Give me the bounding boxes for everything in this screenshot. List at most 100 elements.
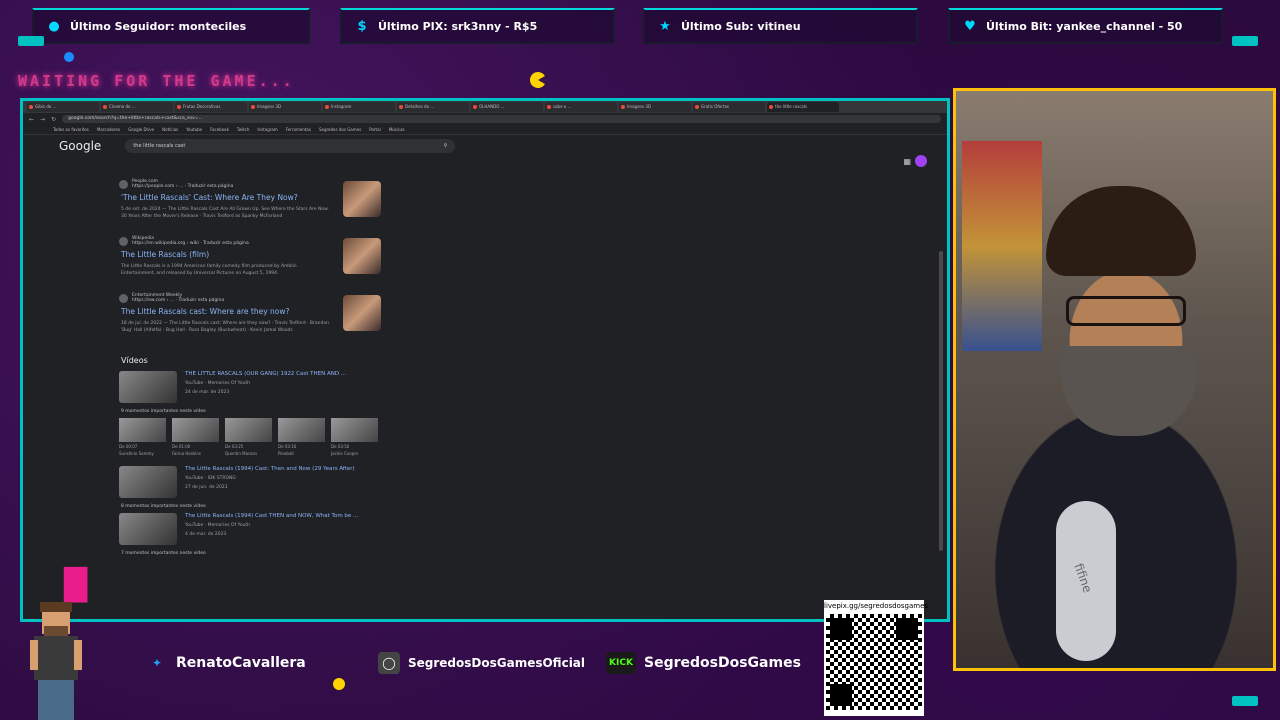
result-thumbnail[interactable] [343, 181, 381, 217]
video-result[interactable]: The Little Rascals (1994) Cast THEN and … [119, 513, 381, 545]
result-title-link[interactable]: 'The Little Rascals' Cast: Where Are The… [121, 193, 381, 202]
video-title-link[interactable]: The Little Rascals (1994) Cast: Then and… [185, 466, 355, 472]
video-title-link[interactable]: The Little Rascals (1994) Cast THEN and … [185, 513, 358, 519]
social-instagram[interactable]: ◯ SegredosDosGamesOficial [378, 648, 585, 678]
bookmark-item[interactable]: Todos os favoritos [53, 127, 89, 132]
moment-thumbnail [225, 418, 272, 442]
url-input[interactable]: google.com/search?q=the+little+rascals+c… [62, 115, 941, 123]
browser-tab[interactable]: sabe o ... [545, 102, 617, 112]
moment-time: De 01:00 [172, 444, 191, 449]
key-moments-toggle[interactable]: 9 momentos importantes neste vídeo [121, 409, 381, 414]
browser-tab[interactable]: Frutas Decorativas [175, 102, 247, 112]
key-moments-row: De 00:07 Sunshine Sammy De 01:00 Farina … [119, 418, 381, 456]
video-thumbnail[interactable] [119, 371, 177, 403]
qr-code-icon[interactable] [826, 614, 922, 710]
search-input[interactable]: the little rascals cast ⚲ [125, 139, 456, 153]
result-title-link[interactable]: The Little Rascals cast: Where are they … [121, 307, 381, 316]
bookmark-item[interactable]: Youtube [186, 127, 202, 132]
ticker-last-follower: ● Último Seguidor: monteciles [32, 8, 310, 44]
ticker-label: Último Bit: yankee_channel - 50 [986, 19, 1183, 33]
corner-decoration-icon [18, 36, 44, 46]
reload-icon[interactable]: ↻ [51, 116, 56, 123]
browser-tab[interactable]: Imagens 3D [619, 102, 691, 112]
key-moment[interactable]: De 00:07 Sunshine Sammy [119, 418, 166, 456]
result-title-link[interactable]: The Little Rascals (film) [121, 250, 381, 259]
video-result[interactable]: The Little Rascals (1994) Cast: Then and… [119, 466, 381, 498]
google-header: Google the little rascals cast ⚲ [23, 135, 947, 157]
address-bar: ← → ↻ google.com/search?q=the+little+ras… [23, 113, 947, 125]
video-thumbnail[interactable] [119, 466, 177, 498]
search-query: the little rascals cast [133, 143, 186, 149]
video-result[interactable]: THE LITTLE RASCALS (OUR GANG) 1922 Cast … [119, 371, 381, 403]
video-channel: YouTube · Memories Of Youth [185, 523, 250, 528]
bookmark-item[interactable]: Instagram [257, 127, 277, 132]
webcam-feed: fifine [953, 88, 1276, 671]
bookmark-item[interactable]: Notícias [162, 127, 178, 132]
key-moment[interactable]: De 01:00 Farina Hoskins [172, 418, 219, 456]
browser-tab[interactable]: Gibis de ... [27, 102, 99, 112]
key-moments-toggle[interactable]: 8 momentos importantes neste vídeo [121, 504, 381, 509]
ticker-last-pix: $ Último PIX: srk3nny - R$5 [340, 8, 615, 44]
video-title-link[interactable]: THE LITTLE RASCALS (OUR GANG) 1922 Cast … [185, 371, 346, 377]
video-channel: YouTube · Memories Of Youth [185, 381, 250, 386]
qr-panel[interactable]: livepix.gg/segredosdosgames [824, 600, 929, 716]
bookmark-item[interactable]: Músicas [389, 127, 405, 132]
background-poster [962, 141, 1042, 351]
page-scrollbar[interactable] [939, 251, 943, 551]
video-thumbnail[interactable] [119, 513, 177, 545]
twitter-icon: ✦ [151, 656, 163, 670]
moment-thumbnail [172, 418, 219, 442]
result-thumbnail[interactable] [343, 238, 381, 274]
result-url[interactable]: https://en.wikipedia.org › wiki · Traduz… [132, 241, 249, 246]
browser-tab[interactable]: OLHANDO ... [471, 102, 543, 112]
key-moment[interactable]: De 03:25 Quentin Maroon [225, 418, 272, 456]
search-result: People.com https://people.com › ... · Tr… [119, 179, 381, 236]
key-moment[interactable]: De 03:16 Pineball [278, 418, 325, 456]
bookmark-item[interactable]: Twitch [237, 127, 249, 132]
result-url[interactable]: https://people.com › ... · Traduzir esta… [132, 184, 233, 189]
video-date: 4 de mar. de 2023 [185, 532, 227, 537]
bookmarks-bar: Todos os favoritos Marcadores Google Dri… [23, 125, 947, 135]
google-logo[interactable]: Google [59, 139, 101, 153]
key-moments-toggle[interactable]: 7 momentos importantes neste vídeo [121, 551, 381, 556]
forward-icon[interactable]: → [40, 116, 45, 123]
avatar[interactable] [915, 155, 927, 167]
moment-name: Quentin Maroon [225, 451, 258, 456]
bookmark-item[interactable]: Facebook [210, 127, 229, 132]
bookmark-item[interactable]: Ferramentas [286, 127, 311, 132]
bookmark-item[interactable]: Google Drive [128, 127, 154, 132]
key-moment[interactable]: De 03:50 Jackie Cooper [331, 418, 378, 456]
streamer-beard [1061, 346, 1196, 436]
bookmark-item[interactable]: Portal [369, 127, 381, 132]
moment-thumbnail [331, 418, 378, 442]
search-result: Entertainment Weekly https://ew.com › ..… [119, 293, 381, 350]
corner-decoration-icon [1232, 36, 1258, 46]
user-icon: ● [48, 18, 60, 34]
back-icon[interactable]: ← [29, 116, 34, 123]
apps-grid-icon[interactable]: ▦ [903, 157, 911, 166]
browser-window: Gibis de ... Cinema do ... Frutas Decora… [20, 98, 950, 622]
search-icon[interactable]: ⚲ [444, 139, 448, 153]
browser-tab[interactable]: Imagens 3D [249, 102, 321, 112]
qr-url: livepix.gg/segredosdosgames [824, 602, 929, 610]
bookmark-item[interactable]: Segredos dos Games [319, 127, 361, 132]
browser-tab-active[interactable]: the little rascals [767, 102, 839, 112]
ticker-label: Último PIX: srk3nny - R$5 [378, 19, 538, 33]
instagram-icon: ◯ [378, 652, 400, 674]
moment-thumbnail [119, 418, 166, 442]
social-handle: SegredosDosGames [644, 655, 801, 671]
browser-tab[interactable]: Detalhes do ... [397, 102, 469, 112]
result-thumbnail[interactable] [343, 295, 381, 331]
result-url[interactable]: https://ew.com › ... · Traduzir esta pág… [132, 298, 224, 303]
video-date: 24 de mar. de 2023 [185, 390, 230, 395]
waiting-banner: WAITING FOR THE GAME... [18, 72, 295, 90]
browser-tab[interactable]: Gratis Ofertas [693, 102, 765, 112]
social-twitter[interactable]: ✦ RenatoCavallera [146, 648, 306, 678]
social-kick[interactable]: KICK SegredosDosGames [606, 648, 801, 678]
browser-tab[interactable]: Cinema do ... [101, 102, 173, 112]
result-snippet: 5 de set. de 2024 — The Little Rascals C… [121, 207, 329, 219]
social-handle: RenatoCavallera [176, 655, 306, 671]
pixel-character-icon [30, 602, 82, 720]
browser-tab[interactable]: Instagram [323, 102, 395, 112]
bookmark-item[interactable]: Marcadores [97, 127, 120, 132]
